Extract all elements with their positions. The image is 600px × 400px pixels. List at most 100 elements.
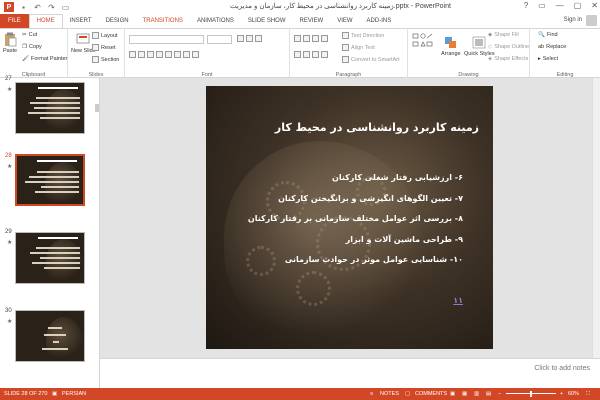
layout-button[interactable]: Layout	[92, 32, 118, 39]
reset-button[interactable]: Reset	[92, 44, 115, 51]
section-button[interactable]: Section	[92, 56, 119, 63]
notes-pane[interactable]: Click to add notes	[100, 358, 600, 388]
decrease-indent-icon[interactable]	[312, 35, 319, 42]
tab-slide-show[interactable]: SLIDE SHOW	[241, 14, 293, 28]
font-color-icon[interactable]	[192, 51, 199, 58]
thumbnail-head-image	[46, 317, 82, 361]
select-button[interactable]: ▸ Select	[538, 56, 558, 62]
numbering-icon[interactable]	[303, 35, 310, 42]
align-text-button[interactable]: Align Text	[342, 44, 375, 51]
avatar[interactable]	[586, 15, 597, 26]
slide-thumbnail-30[interactable]	[15, 310, 85, 362]
close-icon[interactable]: ✕	[591, 1, 598, 10]
text-direction-button[interactable]: Text Direction	[342, 32, 384, 39]
slide-hyperlink[interactable]: ۱۱	[453, 296, 463, 305]
undo-icon[interactable]: ↶	[33, 3, 42, 12]
change-case-icon[interactable]	[183, 51, 190, 58]
shape-fill-button[interactable]: ◆ Shape Fill	[488, 32, 519, 38]
slide-sorter-icon[interactable]: ▦	[462, 391, 467, 397]
bold-icon[interactable]	[129, 51, 136, 58]
bullets-icon[interactable]	[294, 35, 301, 42]
arrange-label: Arrange	[441, 51, 461, 57]
slide-thumbnail-29[interactable]	[15, 232, 85, 284]
clear-formatting-icon[interactable]	[255, 35, 262, 42]
present-icon[interactable]: ▭	[61, 3, 70, 12]
current-slide[interactable]: زمینه کاربرد روانشناسی در محیط کار ۶- ار…	[206, 86, 493, 349]
ribbon-home: Paste ✂ Cut ❐ Copy 🖌 Format Painter Clipboa…	[0, 28, 600, 79]
convert-smartart-button[interactable]: Convert to SmartArt	[342, 56, 400, 63]
zoom-level[interactable]: 60%	[568, 391, 579, 397]
select-icon: ▸	[538, 56, 541, 62]
cut-button[interactable]: ✂ Cut	[22, 32, 37, 38]
slide-body[interactable]: ۶- ارزشیابی رفتار شغلی کارکنان ۷- تعیین …	[216, 168, 463, 271]
cut-icon: ✂	[22, 32, 27, 38]
find-button[interactable]: 🔍 Find	[538, 32, 558, 38]
thumbnail-number-27: 27	[5, 76, 12, 82]
status-bar: SLIDE 28 OF 270 ▣ PERSIAN ≡ NOTES ▢ COMM…	[0, 388, 600, 400]
zoom-in-icon[interactable]: +	[560, 391, 563, 397]
thumbnails-scrollbar[interactable]	[95, 104, 99, 112]
maximize-icon[interactable]: ▢	[574, 1, 582, 10]
spellcheck-icon[interactable]: ▣	[52, 391, 57, 397]
format-painter-button[interactable]: 🖌 Format Painter	[22, 56, 67, 62]
editor-scrollbar[interactable]	[592, 78, 600, 358]
slide-title[interactable]: زمینه کاربرد روانشناسی در محیط کار	[216, 121, 479, 134]
sign-in-link[interactable]: Sign in	[564, 17, 582, 23]
zoom-out-icon[interactable]: −	[498, 391, 501, 397]
tab-transitions[interactable]: TRANSITIONS	[136, 14, 190, 28]
justify-icon[interactable]	[321, 51, 328, 58]
save-icon[interactable]: ▪	[19, 3, 28, 12]
tab-home[interactable]: HOME	[28, 14, 63, 28]
italic-icon[interactable]	[138, 51, 145, 58]
slide-thumbnails-pane: 27 ★ 28 ★ 29 ★ 30 ★	[0, 76, 100, 388]
shrink-font-icon[interactable]	[246, 35, 253, 42]
tab-add-ins[interactable]: ADD-INS	[360, 14, 399, 28]
zoom-slider-thumb[interactable]	[530, 391, 532, 397]
replace-button[interactable]: ab Replace	[538, 44, 566, 50]
tab-insert[interactable]: INSERT	[63, 14, 99, 28]
shapes-gallery-icon[interactable]	[412, 33, 438, 57]
fit-slide-icon[interactable]: ⛶	[586, 391, 590, 398]
reading-view-icon[interactable]: ▥	[474, 391, 479, 397]
ribbon-display-icon[interactable]: ▭	[538, 1, 546, 10]
strikethrough-icon[interactable]	[156, 51, 163, 58]
arrange-button[interactable]: Arrange	[441, 35, 461, 57]
shape-outline-button[interactable]: ◇ Shape Outline	[488, 44, 529, 50]
align-center-icon[interactable]	[303, 51, 310, 58]
paragraph-group: Text Direction Align Text Convert to Sma…	[290, 29, 408, 79]
minimize-icon[interactable]: —	[556, 1, 564, 10]
align-right-icon[interactable]	[312, 51, 319, 58]
thumbnail-text-line	[37, 171, 79, 173]
comments-toggle[interactable]: COMMENTS	[415, 391, 447, 397]
grow-font-icon[interactable]	[237, 35, 244, 42]
notes-toggle[interactable]: NOTES	[380, 391, 399, 397]
character-spacing-icon[interactable]	[174, 51, 181, 58]
slide-editor: زمینه کاربرد روانشناسی در محیط کار ۶- ار…	[100, 78, 600, 388]
slide-show-icon[interactable]: ▤	[486, 391, 491, 397]
normal-view-icon[interactable]: ▣	[450, 391, 455, 397]
shape-effects-button[interactable]: ◈ Shape Effects	[488, 56, 528, 62]
font-name-field[interactable]	[129, 35, 204, 44]
shadow-icon[interactable]	[165, 51, 172, 58]
thumbnail-title-line	[38, 237, 78, 239]
underline-icon[interactable]	[147, 51, 154, 58]
slide-thumbnail-27[interactable]	[15, 82, 85, 134]
language-indicator[interactable]: PERSIAN	[62, 391, 86, 397]
help-icon[interactable]: ?	[524, 1, 528, 10]
tab-file[interactable]: FILE	[0, 14, 29, 28]
copy-button[interactable]: ❐ Copy	[22, 44, 42, 50]
align-left-icon[interactable]	[294, 51, 301, 58]
tab-design[interactable]: DESIGN	[99, 14, 136, 28]
new-slide-icon	[76, 33, 90, 44]
tab-view[interactable]: VIEW	[330, 14, 359, 28]
font-style-buttons	[129, 51, 199, 58]
increase-indent-icon[interactable]	[321, 35, 328, 42]
tab-review[interactable]: REVIEW	[293, 14, 331, 28]
convert-smartart-label: Convert to SmartArt	[351, 56, 400, 63]
font-size-field[interactable]	[207, 35, 232, 44]
slide-thumbnail-28[interactable]	[15, 154, 85, 206]
thumbnail-text-line	[36, 97, 80, 99]
tab-animations[interactable]: ANIMATIONS	[190, 14, 241, 28]
paste-button[interactable]: Paste	[3, 32, 17, 54]
redo-icon[interactable]: ↷	[47, 3, 56, 12]
